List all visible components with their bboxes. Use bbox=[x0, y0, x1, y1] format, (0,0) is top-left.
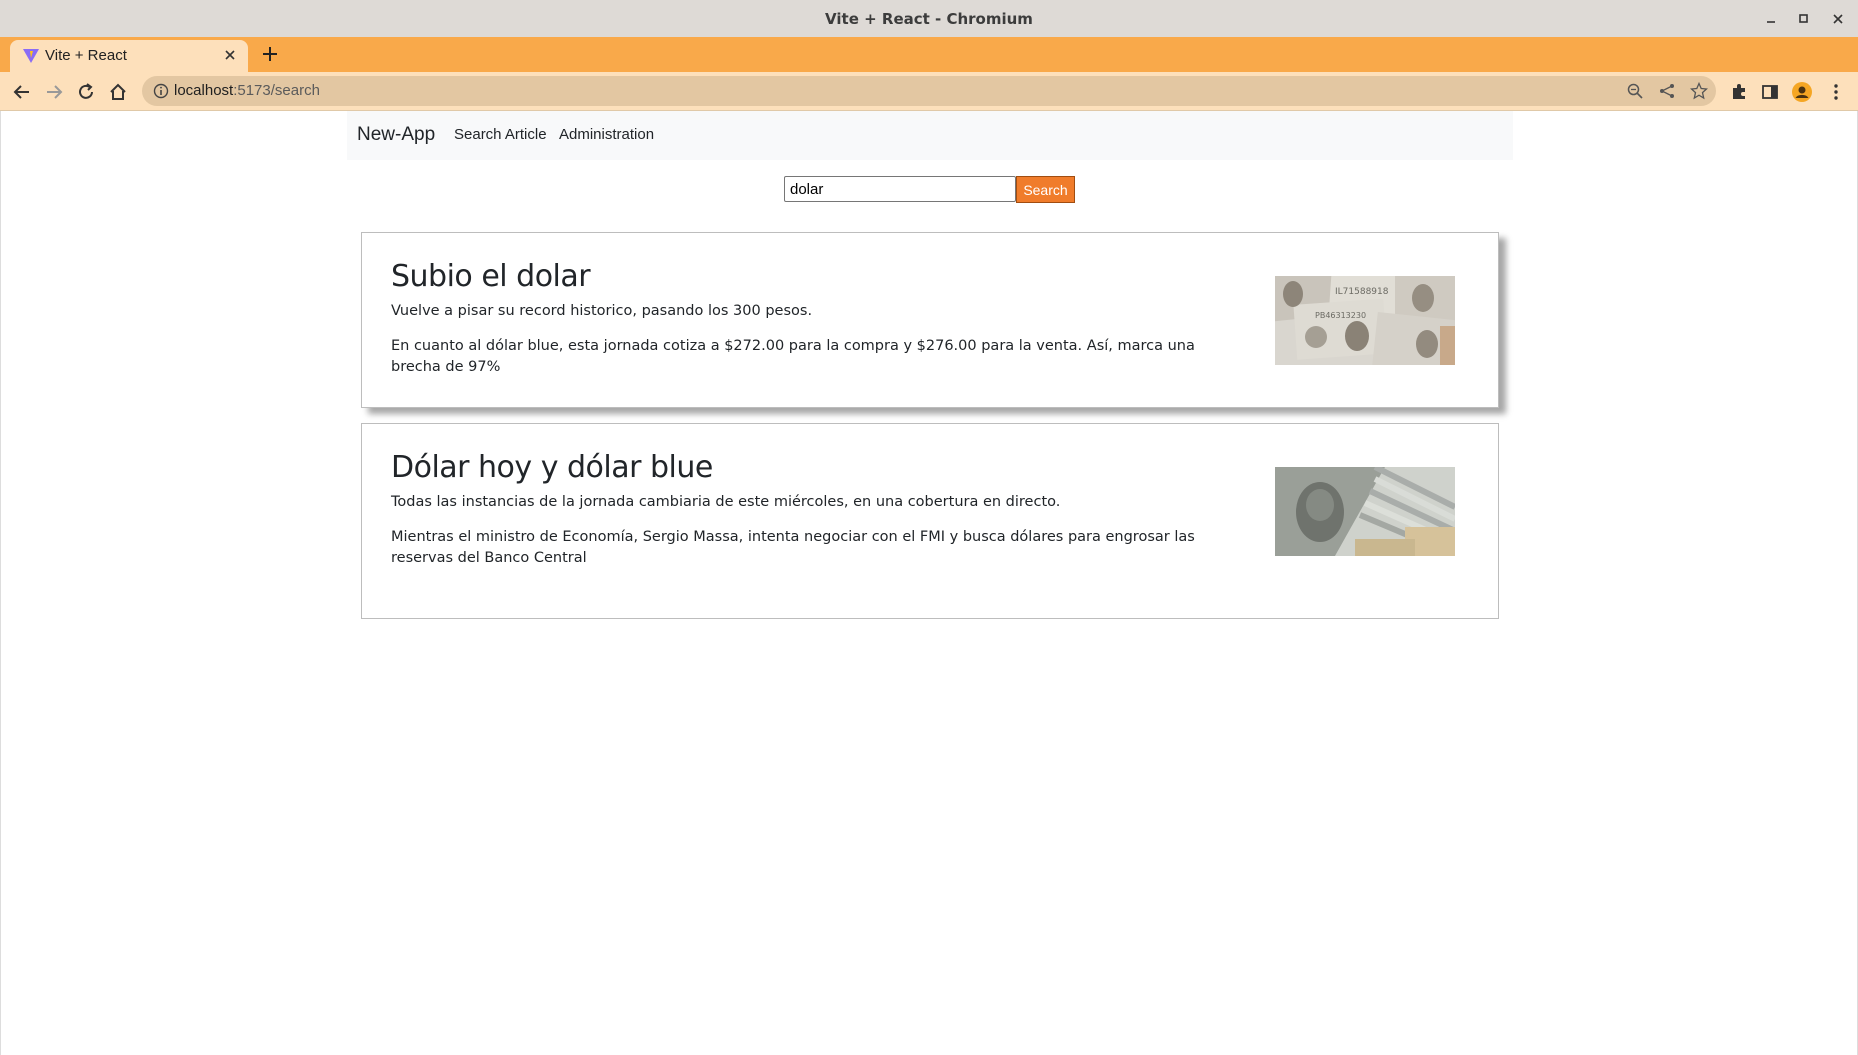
share-icon[interactable] bbox=[1658, 82, 1676, 100]
forward-arrow-icon[interactable] bbox=[42, 80, 66, 104]
home-icon[interactable] bbox=[106, 80, 130, 104]
minimize-icon[interactable] bbox=[1761, 9, 1781, 29]
article-title: Subio el dolar bbox=[391, 259, 591, 294]
tab-title: Vite + React bbox=[45, 47, 127, 64]
window-title: Vite + React - Chromium bbox=[825, 10, 1033, 28]
svg-text:IL71588918: IL71588918 bbox=[1335, 287, 1389, 297]
more-menu-icon[interactable] bbox=[1826, 82, 1846, 102]
site-info-icon[interactable] bbox=[152, 82, 170, 100]
nav-link-administration[interactable]: Administration bbox=[559, 126, 654, 143]
search-input[interactable] bbox=[784, 176, 1016, 202]
back-arrow-icon[interactable] bbox=[10, 80, 34, 104]
close-window-icon[interactable] bbox=[1828, 9, 1848, 29]
vite-logo-icon bbox=[22, 48, 40, 64]
url-text: localhost:5173/search bbox=[174, 82, 320, 99]
url-host: localhost bbox=[174, 82, 234, 99]
browser-tab[interactable]: Vite + React bbox=[10, 40, 248, 72]
app-navbar: New-App Search Article Administration bbox=[347, 111, 1513, 160]
new-tab-plus-icon[interactable] bbox=[260, 42, 280, 66]
page-viewport: New-App Search Article Administration Se… bbox=[0, 111, 1858, 1055]
profile-avatar-icon[interactable] bbox=[1792, 82, 1812, 102]
article-subtitle: Vuelve a pisar su record historico, pasa… bbox=[391, 303, 813, 319]
article-image-dollar-bills: IL71588918 PB46313230 bbox=[1275, 276, 1455, 365]
svg-text:PB46313230: PB46313230 bbox=[1315, 311, 1366, 320]
search-button[interactable]: Search bbox=[1016, 176, 1075, 203]
address-bar[interactable]: localhost:5173/search bbox=[142, 76, 1716, 106]
article-card[interactable]: Dólar hoy y dólar blue Todas las instanc… bbox=[361, 423, 1499, 619]
article-card[interactable]: Subio el dolar Vuelve a pisar su record … bbox=[361, 232, 1499, 408]
url-path: :5173/search bbox=[233, 82, 320, 99]
side-panel-icon[interactable] bbox=[1760, 82, 1780, 102]
close-tab-icon[interactable] bbox=[220, 45, 240, 65]
article-body: Mientras el ministro de Economía, Sergio… bbox=[391, 529, 1195, 566]
extensions-puzzle-icon[interactable] bbox=[1729, 82, 1749, 102]
article-image-dollar-stack bbox=[1275, 467, 1455, 556]
article-body: En cuanto al dólar blue, esta jornada co… bbox=[391, 338, 1195, 375]
bookmark-star-icon[interactable] bbox=[1689, 81, 1709, 100]
article-title: Dólar hoy y dólar blue bbox=[391, 450, 713, 485]
reload-icon[interactable] bbox=[74, 80, 98, 104]
browser-toolbar: localhost:5173/search bbox=[0, 72, 1858, 111]
navbar-brand[interactable]: New-App bbox=[357, 124, 435, 146]
article-subtitle: Todas las instancias de la jornada cambi… bbox=[391, 494, 1061, 510]
nav-link-search-article[interactable]: Search Article bbox=[454, 126, 547, 143]
window-titlebar: Vite + React - Chromium bbox=[0, 0, 1858, 37]
maximize-icon[interactable] bbox=[1793, 9, 1813, 29]
zoom-icon[interactable] bbox=[1626, 82, 1644, 100]
